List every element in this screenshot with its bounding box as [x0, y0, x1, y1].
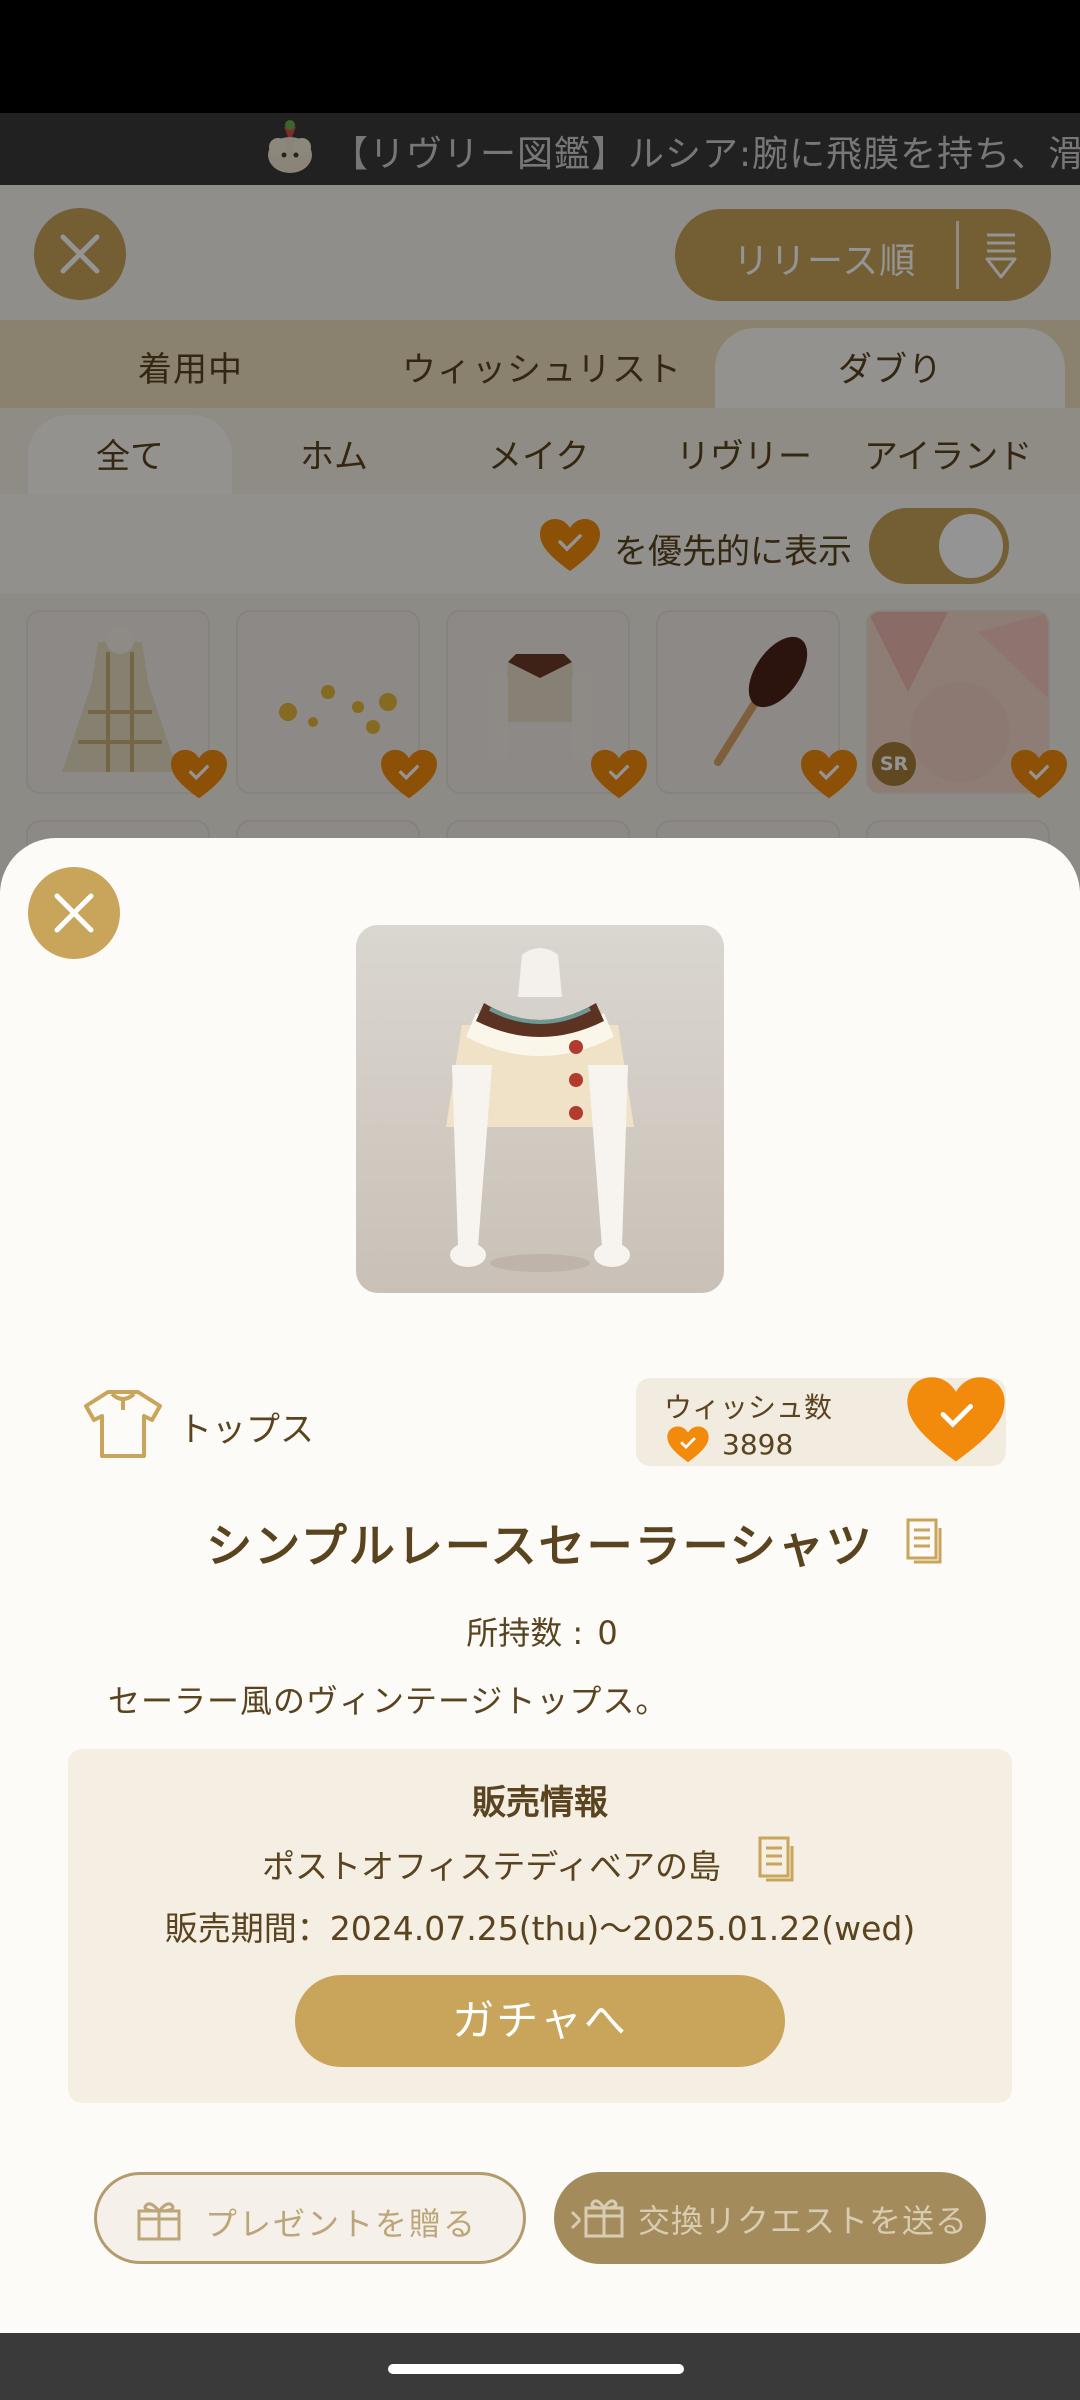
status-bar [0, 0, 1080, 113]
home-indicator[interactable] [388, 2364, 684, 2374]
copy-icon[interactable] [758, 1836, 794, 1884]
sailor-shirt-image [446, 948, 634, 1272]
owned-count: 所持数 : 0 [0, 1608, 1080, 1654]
close-icon [54, 893, 94, 933]
heart-check-icon [667, 1426, 709, 1463]
wish-title: ウィッシュ数 [664, 1391, 833, 1424]
sheet-close-button[interactable] [28, 867, 120, 959]
exchange-gift-icon [570, 2199, 624, 2238]
tops-icon [84, 1390, 162, 1458]
present-label: プレゼントを贈る [205, 2205, 478, 2243]
item-preview [356, 925, 724, 1293]
exchange-request-button[interactable]: 交換リクエストを送る [554, 2172, 986, 2264]
sale-place: ポストオフィステディベアの島 [262, 1847, 722, 1886]
gacha-button[interactable]: ガチャへ [295, 1975, 785, 2067]
exchange-label: 交換リクエストを送る [638, 2202, 969, 2240]
sale-title: 販売情報 [472, 1783, 608, 1823]
item-description: セーラー風のヴィンテージトップス。 [108, 1682, 669, 1720]
owned-value: 0 [597, 1614, 618, 1652]
category-label: トップス [178, 1410, 314, 1450]
gift-icon [137, 2202, 181, 2241]
wishlist-heart-button[interactable] [904, 1374, 1008, 1468]
wish-count: 3898 [722, 1428, 794, 1461]
owned-label: 所持数 : [466, 1614, 594, 1652]
present-button[interactable]: プレゼントを贈る [94, 2172, 526, 2264]
sale-period: 販売期間：2024.07.25(thu)〜2025.01.22(wed) [164, 1909, 916, 1948]
copy-icon[interactable] [906, 1518, 942, 1566]
